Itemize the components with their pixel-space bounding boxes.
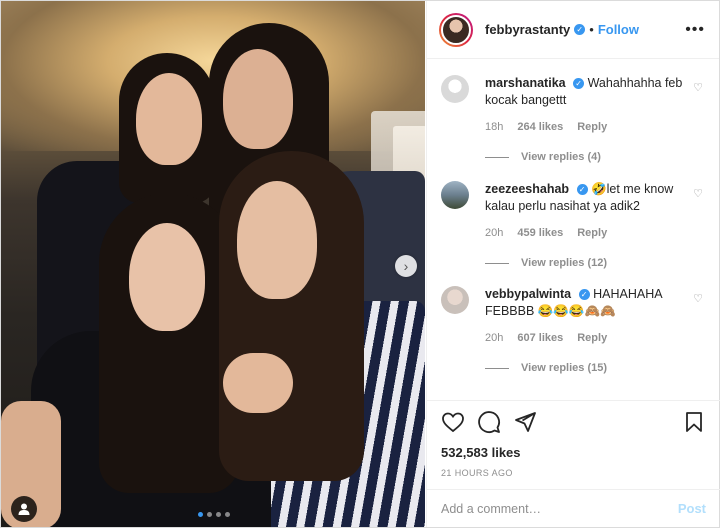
view-replies-button[interactable]: View replies (4) [485, 151, 703, 163]
carousel-dot [198, 512, 203, 517]
comment-item: marshanatika ✓ Wahahhahha feb kocak bang… [441, 75, 703, 163]
comment-icon[interactable] [477, 410, 501, 434]
person-face [129, 223, 205, 331]
comment-item: vebbypalwinta ✓ HAHAHAHA FEBBBB 😂😂😂🙈🙈 ♡ … [441, 286, 703, 374]
person-face [237, 181, 317, 299]
view-replies-button[interactable]: View replies (12) [485, 257, 703, 269]
likes-count[interactable]: 532,583 likes [441, 445, 706, 460]
reply-button[interactable]: Reply [577, 227, 607, 239]
carousel-indicator [198, 512, 230, 517]
comment-meta: 18h 264 likes Reply [485, 121, 703, 133]
commenter-username[interactable]: marshanatika [485, 76, 566, 90]
bookmark-icon[interactable] [682, 410, 706, 434]
post-sidebar: febbyrastanty ✓ • Follow ••• marshanatik… [426, 1, 720, 527]
heart-icon[interactable] [441, 410, 465, 434]
divider [485, 367, 509, 369]
commenter-avatar[interactable] [441, 286, 469, 314]
person-hand [223, 353, 293, 413]
heart-icon[interactable]: ♡ [693, 292, 703, 305]
comment-likes[interactable]: 459 likes [517, 227, 563, 239]
commenter-avatar[interactable] [441, 75, 469, 103]
commenter-username[interactable]: vebbypalwinta [485, 287, 571, 301]
comment-input[interactable] [441, 501, 678, 516]
divider [485, 262, 509, 264]
avatar-image [441, 14, 471, 45]
comment-time: 18h [485, 121, 504, 133]
verified-icon: ✓ [576, 184, 588, 196]
comment-text: vebbypalwinta ✓ HAHAHAHA FEBBBB 😂😂😂🙈🙈 [485, 286, 703, 320]
more-options-icon[interactable]: ••• [685, 21, 705, 39]
commenter-username[interactable]: zeezeeshahab [485, 182, 569, 196]
verified-icon: ✓ [573, 78, 585, 90]
comment-meta: 20h 459 likes Reply [485, 227, 703, 239]
post-photo[interactable]: › [1, 1, 425, 527]
view-replies-label: View replies (4) [521, 151, 601, 163]
comment-likes[interactable]: 607 likes [517, 332, 563, 344]
person-face [136, 73, 202, 165]
comment-time: 20h [485, 332, 504, 344]
post-comment-button[interactable]: Post [678, 501, 706, 516]
action-bar [441, 409, 706, 435]
heart-icon[interactable]: ♡ [693, 187, 703, 200]
tag-user-button[interactable] [11, 496, 37, 522]
add-comment-bar: Post [427, 489, 720, 527]
reply-button[interactable]: Reply [577, 332, 607, 344]
separator: • [589, 22, 594, 37]
divider [485, 156, 509, 158]
follow-button[interactable]: Follow [598, 22, 639, 37]
share-icon[interactable] [513, 410, 537, 434]
reply-button[interactable]: Reply [577, 121, 607, 133]
carousel-next-button[interactable]: › [395, 255, 417, 277]
heart-icon[interactable]: ♡ [693, 81, 703, 94]
comment-text: zeezeeshahab ✓ 🤣let me know kalau perlu … [485, 181, 703, 215]
comment-text: marshanatika ✓ Wahahhahha feb kocak bang… [485, 75, 703, 109]
view-replies-button[interactable]: View replies (15) [485, 362, 703, 374]
carousel-dot [225, 512, 230, 517]
post-header: febbyrastanty ✓ • Follow ••• [427, 1, 719, 59]
comment-time: 20h [485, 227, 504, 239]
verified-icon: ✓ [574, 24, 586, 35]
commenter-avatar[interactable] [441, 181, 469, 209]
comment-likes[interactable]: 264 likes [517, 121, 563, 133]
post-actions: 532,583 likes 21 HOURS AGO [427, 400, 720, 478]
comment-meta: 20h 607 likes Reply [485, 332, 703, 344]
person-face [223, 49, 293, 149]
author-username[interactable]: febbyrastanty [485, 22, 570, 37]
verified-icon: ✓ [578, 289, 590, 301]
view-replies-label: View replies (15) [521, 362, 608, 374]
view-replies-label: View replies (12) [521, 257, 608, 269]
comments-list: marshanatika ✓ Wahahhahha feb kocak bang… [427, 59, 719, 399]
carousel-dot [207, 512, 212, 517]
carousel-dot [216, 512, 221, 517]
tag-user-icon [18, 503, 30, 515]
post-timestamp: 21 HOURS AGO [441, 468, 513, 478]
avatar[interactable] [439, 12, 473, 47]
comment-item: zeezeeshahab ✓ 🤣let me know kalau perlu … [441, 181, 703, 269]
chevron-right-icon: › [403, 258, 409, 274]
